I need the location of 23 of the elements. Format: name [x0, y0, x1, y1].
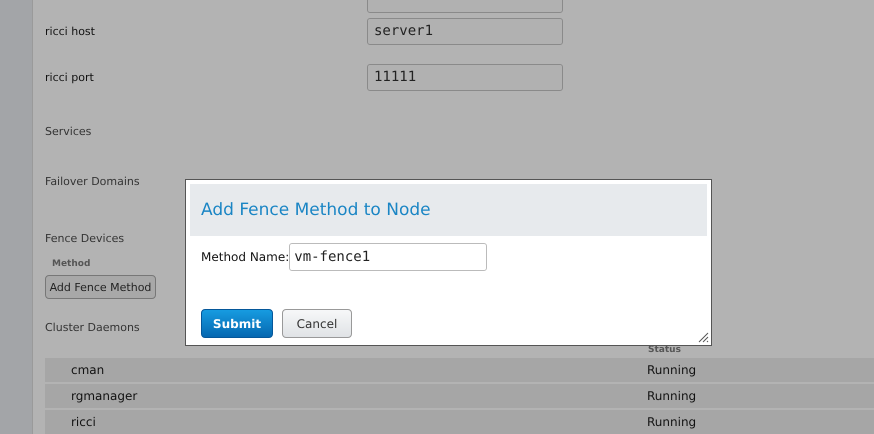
field-label: ricci host — [45, 24, 96, 38]
section-heading: Fence Devices — [45, 232, 124, 245]
section-heading: Failover Domains — [45, 174, 140, 188]
cancel-button[interactable]: Cancel — [282, 309, 352, 338]
column-header: Status — [648, 345, 681, 356]
table-cell-text: cman — [70, 363, 106, 378]
add-fence-method-button[interactable]: Add Fence Method — [45, 274, 156, 300]
dialog-title: Add Fence Method to Node — [201, 200, 431, 220]
resize-grip-icon[interactable] — [698, 332, 709, 343]
field-label: ricci port — [45, 70, 95, 84]
section-heading: Cluster Daemons — [45, 321, 140, 334]
input-field[interactable]: 11111 — [367, 64, 563, 91]
input-field[interactable]: server1 — [367, 18, 563, 45]
table-cell: Running — [647, 389, 696, 404]
table-cell: Running — [647, 363, 696, 378]
input-field[interactable]: vm-fence1 — [289, 243, 488, 271]
table-cell-text: rgmanager — [70, 389, 138, 404]
submit-button[interactable]: Submit — [201, 309, 273, 338]
section-heading: Services — [45, 124, 92, 138]
table-cell: Running — [647, 415, 696, 430]
column-header: Method — [51, 258, 90, 269]
field-label: Method Name: — [201, 250, 290, 264]
table-cell-text: ricci — [70, 415, 97, 430]
